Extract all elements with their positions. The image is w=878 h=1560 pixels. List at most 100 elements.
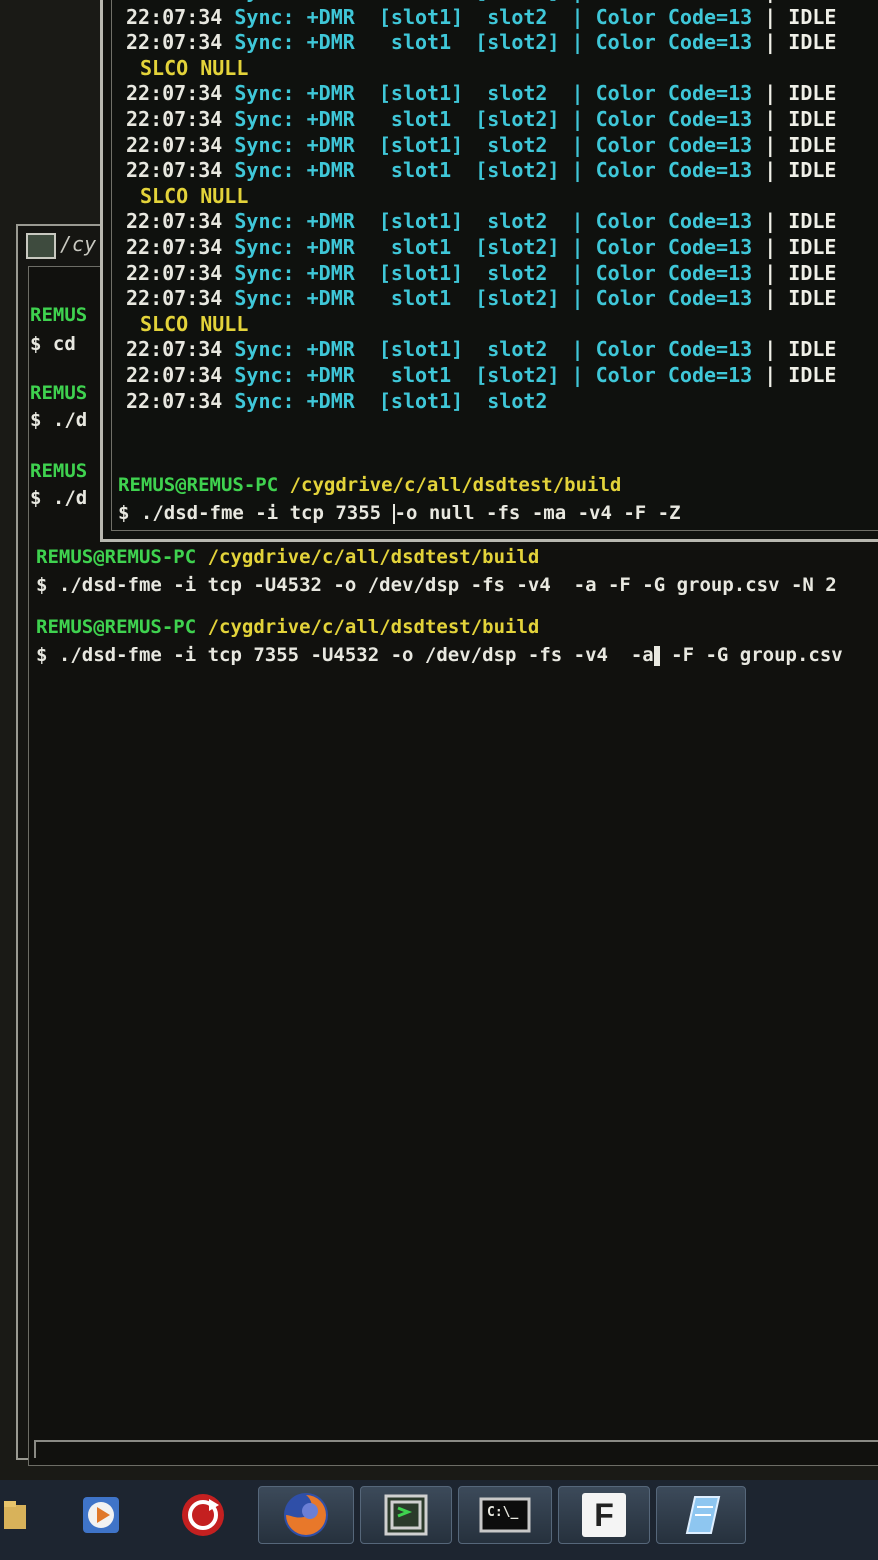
log-color-code: | Color Code=13 — [559, 337, 765, 362]
log-status: | IDLE — [764, 260, 837, 285]
log-sync: Sync: +DMR — [234, 30, 355, 55]
log-slot1: slot1 — [367, 0, 463, 3]
log-slot1: slot1 — [366, 363, 464, 387]
log-status: | IDLE — [764, 4, 837, 29]
sync-app-icon — [182, 1494, 224, 1536]
back-command-1: $ ./dsd-fme -i tcp -U4532 -o /dev/dsp -f… — [36, 574, 837, 596]
taskbar-notepad-button[interactable] — [656, 1486, 746, 1544]
back-command-2[interactable]: $ ./dsd-fme -i tcp 7355 -U4532 -o /dev/d… — [36, 644, 843, 666]
log-time: 22:07:34 — [126, 209, 223, 234]
dmr-sync-log-line: 22:07:34 Sync: +DMR [slot1] slot2 | Colo… — [126, 208, 836, 234]
slco-null-line: SLCO NULL — [140, 55, 249, 80]
dmr-sync-log-line: 22:07:34 Sync: +DMR [slot1] slot2 | Colo… — [126, 4, 836, 30]
log-time: 22:07:34 — [126, 0, 222, 3]
log-time: 22:07:34 — [126, 30, 223, 55]
log-slot2: [slot2] — [463, 235, 560, 259]
back-cmd-3: $ ./d — [30, 487, 88, 509]
log-slot1: slot1 — [366, 235, 464, 259]
log-time: 22:07:34 — [126, 260, 223, 285]
log-slot2: [slot2] — [463, 0, 559, 3]
prompt-path: /cygdrive/c/all/dsdtest/build — [289, 474, 622, 496]
taskbar-f-app-button[interactable]: F — [558, 1486, 650, 1544]
command-text-tail: -F -G group.csv — [659, 644, 843, 666]
taskbar-sync-app-button[interactable] — [168, 1486, 238, 1544]
front-terminal-output[interactable]: 22:07:34 Sync: +DMR slot1 [slot2] | Colo… — [111, 0, 878, 531]
log-time: 22:07:34 — [126, 337, 223, 362]
log-slot1: [slot1] — [366, 337, 464, 362]
log-slot2: slot2 — [463, 388, 560, 413]
log-color-code: | Color Code=13 — [559, 260, 765, 285]
log-sync: Sync: +DMR — [234, 286, 355, 311]
log-slot1: slot1 — [366, 286, 464, 311]
back-prompt-user-3: REMUS — [30, 460, 88, 482]
dmr-sync-log-line: 22:07:34 Sync: +DMR [slot1] slot2 | Colo… — [126, 260, 836, 286]
log-status: | IDLE — [764, 235, 837, 259]
log-status: | IDLE — [764, 363, 837, 387]
log-time: 22:07:34 — [126, 286, 223, 311]
taskbar-command-prompt-button[interactable]: C:\_ — [458, 1486, 552, 1544]
back-prompt-user-2: REMUS — [30, 382, 88, 404]
log-slot2: slot2 — [463, 4, 560, 29]
log-status: | IDLE — [764, 286, 837, 311]
log-slot2: [slot2] — [463, 363, 560, 387]
log-slot2: slot2 — [463, 209, 560, 234]
log-slot1: [slot1] — [366, 132, 464, 157]
prompt-user: REMUS@REMUS-PC — [118, 474, 279, 496]
log-status: | IDLE — [764, 158, 837, 183]
log-sync: Sync: +DMR — [234, 235, 355, 259]
front-terminal-window[interactable]: 22:07:34 Sync: +DMR slot1 [slot2] | Colo… — [100, 0, 878, 542]
log-slot2: [slot2] — [463, 30, 560, 55]
log-slot1: [slot1] — [366, 4, 464, 29]
log-slot1: [slot1] — [366, 81, 464, 106]
dmr-sync-log-line: 22:07:34 Sync: +DMR [slot1] slot2 — [126, 388, 560, 414]
log-slot1: slot1 — [366, 30, 464, 55]
log-time: 22:07:34 — [126, 4, 223, 29]
log-status: | IDLE — [764, 0, 836, 3]
slco-null-line: SLCO NULL — [140, 183, 249, 208]
slco-null-line: SLCO NULL — [140, 311, 249, 336]
log-slot1: [slot1] — [366, 260, 464, 285]
taskbar-explorer-button[interactable] — [0, 1486, 30, 1544]
notepad-icon — [685, 1496, 721, 1534]
log-sync: Sync: +DMR — [234, 337, 355, 362]
dmr-sync-log-line: 22:07:34 Sync: +DMR slot1 [slot2] | Colo… — [126, 362, 836, 388]
firefox-icon — [284, 1493, 328, 1537]
back-window-title: /cy — [60, 232, 97, 256]
log-color-code: | Color Code=13 — [559, 235, 765, 259]
back-prompt-line-2: REMUS@REMUS-PC /cygdrive/c/all/dsdtest/b… — [36, 616, 539, 638]
f-app-icon: F — [582, 1493, 626, 1537]
dmr-sync-log-line: 22:07:34 Sync: +DMR [slot1] slot2 | Colo… — [126, 336, 836, 362]
log-status: | IDLE — [764, 132, 837, 157]
log-slot1: [slot1] — [366, 388, 464, 413]
dmr-sync-log-line: 22:07:34 Sync: +DMR slot1 [slot2] | Colo… — [126, 106, 836, 132]
log-slot2: slot2 — [463, 81, 560, 106]
log-sync: Sync: +DMR — [234, 4, 355, 29]
log-sync: Sync: +DMR — [234, 132, 355, 157]
log-slot1: slot1 — [366, 158, 464, 183]
log-time: 22:07:34 — [126, 235, 223, 259]
log-color-code: | Color Code=13 — [559, 363, 765, 387]
log-color-code: | Color Code=13 — [559, 158, 765, 183]
log-time: 22:07:34 — [126, 158, 223, 183]
log-slot2: [slot2] — [463, 286, 560, 311]
log-sync: Sync: +DMR — [234, 363, 355, 387]
front-command-line[interactable]: $ ./dsd-fme -i tcp 7355 -o null -fs -ma … — [118, 502, 681, 524]
log-sync: Sync: +DMR — [234, 107, 355, 131]
front-prompt-line: REMUS@REMUS-PC /cygdrive/c/all/dsdtest/b… — [118, 474, 621, 496]
taskbar-cygwin-button[interactable] — [360, 1486, 452, 1544]
command-text: $ ./dsd-fme -i tcp 7355 -U4532 -o /dev/d… — [36, 644, 654, 666]
taskbar-firefox-button[interactable] — [258, 1486, 354, 1544]
log-status: | IDLE — [764, 107, 837, 131]
prompt-user: REMUS@REMUS-PC — [36, 546, 197, 568]
dmr-sync-log-line: 22:07:34 Sync: +DMR slot1 [slot2] | Colo… — [126, 29, 836, 55]
log-slot1: slot1 — [366, 107, 464, 131]
log-time: 22:07:34 — [126, 363, 223, 387]
taskbar-media-player-button[interactable] — [70, 1486, 132, 1544]
log-status: | IDLE — [764, 209, 837, 234]
log-color-code: | Color Code=13 — [559, 132, 765, 157]
log-time: 22:07:34 — [126, 388, 223, 413]
log-sync: Sync: +DMR — [234, 388, 355, 413]
back-window-bottom-border — [34, 1440, 878, 1458]
media-player-icon — [83, 1497, 119, 1533]
log-sync: Sync: +DMR — [234, 260, 355, 285]
